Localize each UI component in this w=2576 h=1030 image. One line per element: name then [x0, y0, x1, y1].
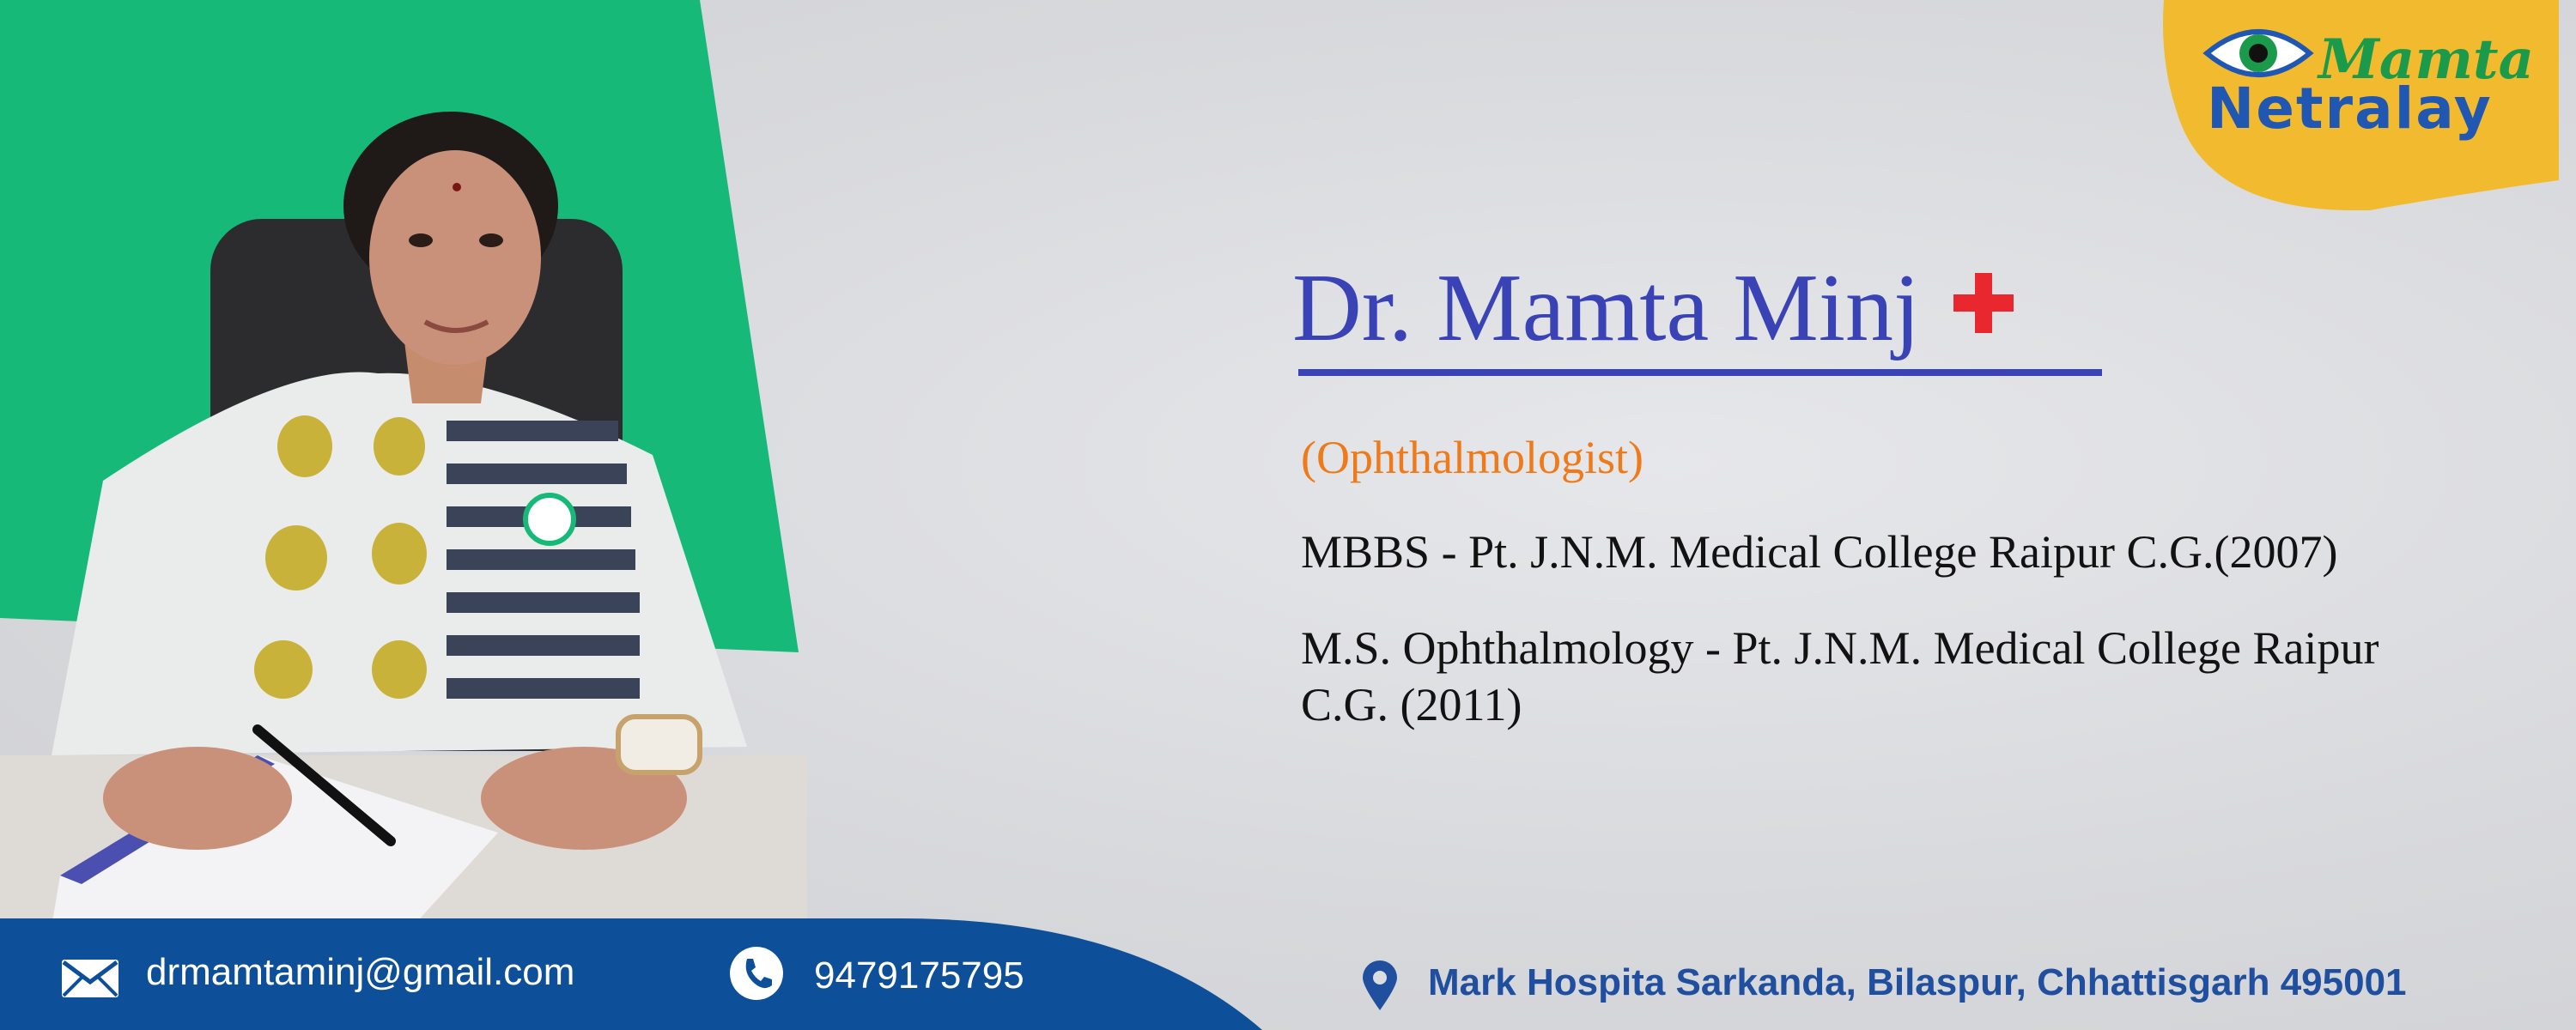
education-line-2: M.S. Ophthalmology - Pt. J.N.M. Medical … — [1301, 622, 2379, 730]
doctor-name: Dr. Mamta Minj — [1292, 255, 1921, 361]
phone-link[interactable]: 9479175795 — [814, 954, 1024, 997]
email-icon — [62, 960, 118, 997]
logo: Mamta Netralay — [2155, 0, 2559, 210]
medical-cross-icon — [1953, 273, 2014, 333]
phone-icon — [730, 947, 783, 1000]
email-link[interactable]: drmamtaminj@gmail.com — [146, 951, 574, 994]
logo-text-netralay: Netralay — [2207, 76, 2493, 142]
doctor-specialty: (Ophthalmologist) — [1301, 432, 1643, 483]
address-text: Mark Hospita Sarkanda, Bilaspur, Chhatti… — [1428, 961, 2407, 1003]
doctor-photo — [0, 112, 807, 927]
location-pin-icon — [1363, 960, 1397, 1010]
education-line-1: MBBS - Pt. J.N.M. Medical College Raipur… — [1301, 526, 2338, 578]
name-underline — [1298, 369, 2102, 376]
